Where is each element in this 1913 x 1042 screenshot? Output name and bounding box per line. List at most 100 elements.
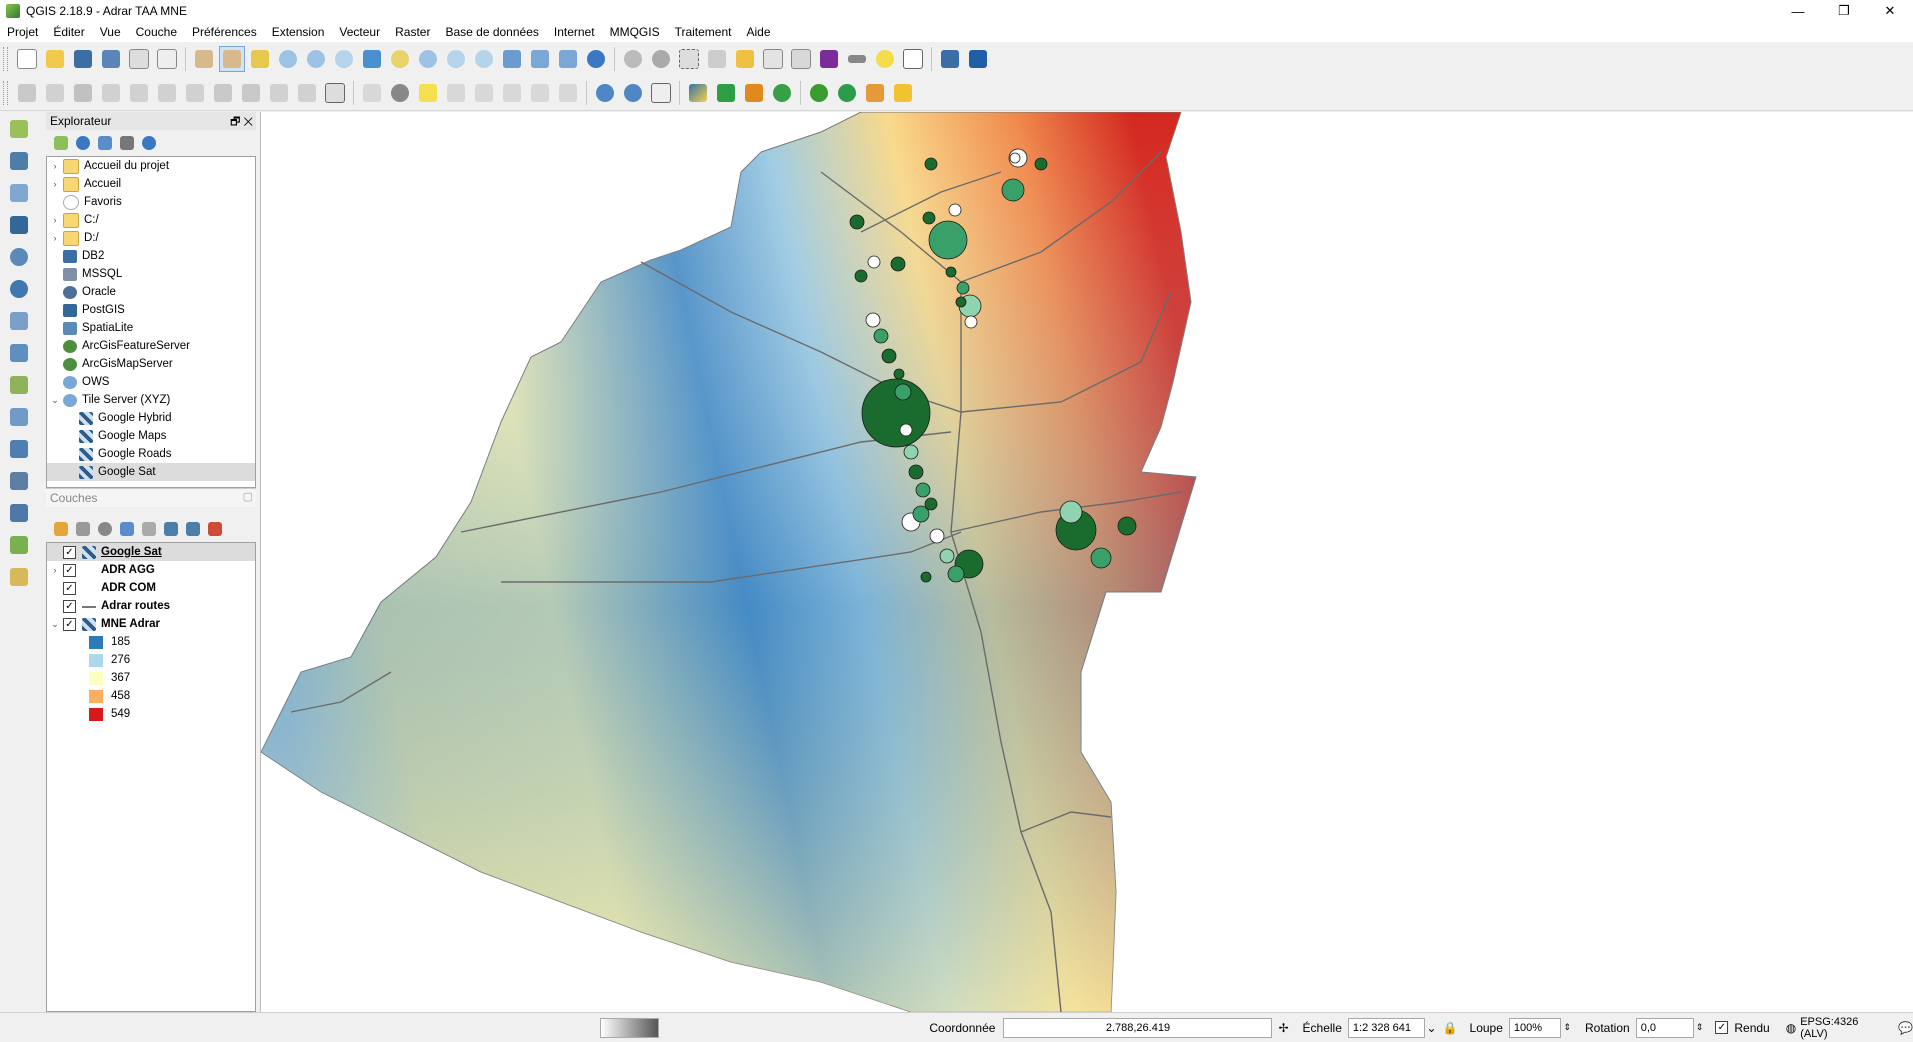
profile-tool-button[interactable] bbox=[713, 80, 739, 106]
zoom-out-button[interactable] bbox=[303, 46, 329, 72]
agg-point[interactable] bbox=[890, 256, 906, 272]
layer-visibility-checkbox[interactable]: ✓ bbox=[63, 545, 76, 559]
scale-dropdown-icon[interactable]: ⌄ bbox=[1427, 1021, 1437, 1035]
digitize-tool-button[interactable] bbox=[741, 80, 767, 106]
browser-item[interactable]: DB2 bbox=[47, 247, 255, 265]
layers-tree[interactable]: ✓ Google Sat › ✓ ADR AGG ✓ ADR COM ✓ Adrar route… bbox=[46, 542, 256, 1012]
agg-point[interactable] bbox=[894, 383, 912, 401]
python-console-button[interactable] bbox=[685, 80, 711, 106]
agg-point[interactable] bbox=[922, 211, 936, 225]
render-checkbox[interactable]: ✓ bbox=[1715, 1021, 1729, 1034]
zoom-next-button[interactable] bbox=[471, 46, 497, 72]
filter-legend-button[interactable] bbox=[117, 519, 137, 539]
styling-button[interactable] bbox=[51, 519, 71, 539]
menu-projet[interactable]: Projet bbox=[0, 25, 46, 39]
add-group-button[interactable] bbox=[73, 519, 93, 539]
filter-expression-button[interactable] bbox=[139, 519, 159, 539]
rotation-spinner-icon[interactable]: ⇕ bbox=[1696, 1022, 1704, 1033]
browser-item[interactable]: ⌄ Tile Server (XYZ) bbox=[47, 391, 255, 409]
node-tool-button[interactable] bbox=[182, 80, 208, 106]
menu-internet[interactable]: Internet bbox=[547, 25, 603, 39]
browser-item[interactable]: Google Maps bbox=[47, 427, 255, 445]
menu-base-de-donnees[interactable]: Base de données bbox=[438, 25, 546, 39]
text-annotation-button[interactable] bbox=[900, 46, 926, 72]
scale-combo[interactable]: 1:2 328 641 bbox=[1347, 1017, 1425, 1038]
touch-tool-button[interactable] bbox=[191, 46, 217, 72]
add-postgis-layer-button[interactable] bbox=[6, 212, 32, 238]
change-label-button[interactable] bbox=[555, 80, 581, 106]
layer-item[interactable]: ✓ ADR COM bbox=[47, 579, 255, 597]
browser-item[interactable]: Favoris bbox=[47, 193, 255, 211]
menu-editer[interactable]: Éditer bbox=[46, 25, 92, 39]
agg-point[interactable] bbox=[849, 214, 865, 230]
agg-point[interactable] bbox=[899, 423, 913, 437]
field-calculator-button[interactable] bbox=[788, 46, 814, 72]
agg-point[interactable] bbox=[948, 203, 962, 217]
custom-plugin-button[interactable] bbox=[890, 80, 916, 106]
menu-traitement[interactable]: Traitement bbox=[668, 25, 740, 39]
layer-visibility-checkbox[interactable]: ✓ bbox=[63, 581, 76, 595]
expand-arrow-icon[interactable]: ⌄ bbox=[47, 395, 63, 406]
add-circular-string-button[interactable] bbox=[126, 80, 152, 106]
layer-item[interactable]: ✓ Adrar routes bbox=[47, 597, 255, 615]
new-shapefile-button[interactable] bbox=[6, 372, 32, 398]
save-as-button[interactable] bbox=[98, 46, 124, 72]
agg-point[interactable] bbox=[1001, 178, 1025, 202]
add-vector-layer-button[interactable] bbox=[6, 116, 32, 142]
georeferencer-button[interactable] bbox=[6, 564, 32, 590]
add-wms-button[interactable] bbox=[592, 80, 618, 106]
layer-visibility-checkbox[interactable]: ✓ bbox=[63, 617, 76, 631]
expand-arrow-icon[interactable]: › bbox=[47, 565, 63, 575]
bookmark-button[interactable] bbox=[527, 46, 553, 72]
agg-point[interactable] bbox=[924, 157, 938, 171]
agg-point[interactable] bbox=[929, 528, 945, 544]
browser-item[interactable]: SpatiaLite bbox=[47, 319, 255, 337]
copy-features-button[interactable] bbox=[266, 80, 292, 106]
browser-item[interactable]: › C:/ bbox=[47, 211, 255, 229]
agg-point[interactable] bbox=[939, 548, 955, 564]
metasearch-button[interactable] bbox=[648, 80, 674, 106]
browser-item[interactable]: › D:/ bbox=[47, 229, 255, 247]
panel-float-close[interactable]: 🗗 ✕ bbox=[230, 113, 253, 132]
raster-plugin-button[interactable] bbox=[862, 80, 888, 106]
zoom-full-button[interactable] bbox=[359, 46, 385, 72]
processing-button[interactable] bbox=[806, 80, 832, 106]
select-expression-button[interactable] bbox=[704, 46, 730, 72]
menu-vue[interactable]: Vue bbox=[93, 25, 129, 39]
browser-item[interactable]: Google Roads bbox=[47, 445, 255, 463]
layer-visibility-checkbox[interactable]: ✓ bbox=[63, 563, 76, 577]
browser-item[interactable]: ArcGisFeatureServer bbox=[47, 337, 255, 355]
agg-point[interactable] bbox=[945, 266, 957, 278]
agg-point[interactable] bbox=[915, 482, 931, 498]
browser-item[interactable]: Oracle bbox=[47, 283, 255, 301]
zoom-in-button[interactable] bbox=[275, 46, 301, 72]
statistics-button[interactable] bbox=[816, 46, 842, 72]
new-map-view-button[interactable] bbox=[499, 46, 525, 72]
zoom-last-button[interactable] bbox=[443, 46, 469, 72]
collapse-all-button[interactable] bbox=[117, 133, 137, 153]
browser-item[interactable]: › Accueil du projet bbox=[47, 157, 255, 175]
extents-toggle-icon[interactable]: ✢ bbox=[1278, 1021, 1288, 1035]
agg-point[interactable] bbox=[920, 571, 932, 583]
map-canvas[interactable] bbox=[260, 112, 1913, 1012]
restore-button[interactable]: ❐ bbox=[1821, 0, 1867, 22]
agg-point[interactable] bbox=[1034, 157, 1048, 171]
layer-item[interactable]: ⌄ ✓ MNE Adrar bbox=[47, 615, 255, 633]
layer-labeling-button[interactable] bbox=[387, 80, 413, 106]
attribute-table-button[interactable] bbox=[760, 46, 786, 72]
pan-tool-button[interactable] bbox=[219, 46, 245, 72]
browser-item[interactable]: OWS bbox=[47, 373, 255, 391]
agg-point[interactable] bbox=[1009, 152, 1021, 164]
menu-mmqgis[interactable]: MMQGIS bbox=[603, 25, 668, 39]
measure-button[interactable] bbox=[844, 46, 870, 72]
lock-scale-icon[interactable]: 🔒 bbox=[1443, 1021, 1458, 1035]
add-virtual-layer-button[interactable] bbox=[6, 308, 32, 334]
expand-arrow-icon[interactable]: › bbox=[47, 161, 63, 171]
style-manager-button[interactable] bbox=[6, 532, 32, 558]
zoom-layer-button[interactable] bbox=[415, 46, 441, 72]
move-feature-button[interactable] bbox=[154, 80, 180, 106]
add-selected-layer-button[interactable] bbox=[51, 133, 71, 153]
agg-point[interactable] bbox=[867, 255, 881, 269]
browser-item[interactable]: Google Sat bbox=[47, 463, 255, 481]
manage-themes-button[interactable] bbox=[95, 519, 115, 539]
